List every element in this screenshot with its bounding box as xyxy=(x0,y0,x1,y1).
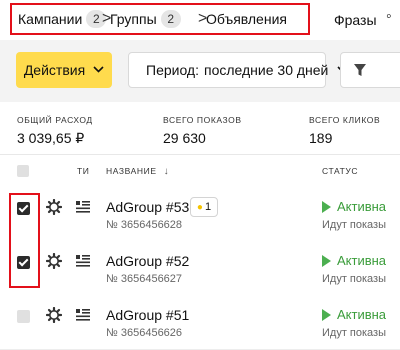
row-id: № 3656456627 xyxy=(106,273,183,285)
status-text: Активна xyxy=(337,307,387,322)
status-badge: Активна xyxy=(322,253,386,268)
row-checkbox[interactable] xyxy=(17,310,30,323)
top-nav: Кампании 2 > Группы 2 > Объявления Фразы… xyxy=(0,0,400,40)
breadcrumb-campaigns[interactable]: Кампании 2 xyxy=(18,10,107,28)
table-row: AdGroup #51 № 3656456626 Активна Идут по… xyxy=(0,295,400,350)
column-type-header[interactable]: ТИ xyxy=(77,166,90,176)
stat-label: ВСЕГО КЛИКОВ xyxy=(309,115,381,125)
gear-icon[interactable] xyxy=(46,307,62,323)
row-name-link[interactable]: AdGroup #52 xyxy=(106,253,189,269)
sort-arrow-icon: ↓ xyxy=(163,166,170,177)
stat-label: ВСЕГО ПОКАЗОВ xyxy=(163,115,242,125)
stats-summary: ОБЩИЙ РАСХОД 3 039,65 ₽ ВСЕГО ПОКАЗОВ 29… xyxy=(0,102,400,155)
status-badge: Активна xyxy=(322,199,386,214)
status-badge: Активна xyxy=(322,307,386,322)
stat-total-clicks: ВСЕГО КЛИКОВ 189 xyxy=(309,115,380,146)
substatus-text: Идут показы xyxy=(322,219,386,231)
checkbox-highlight-frame xyxy=(9,193,40,288)
stat-value: 189 xyxy=(309,130,333,146)
column-status-header[interactable]: СТАТУС xyxy=(322,166,358,176)
substatus-text: Идут показы xyxy=(322,273,386,285)
groups-count-badge: 2 xyxy=(160,10,181,28)
list-type-icon xyxy=(76,309,90,321)
list-type-icon xyxy=(76,201,90,213)
breadcrumb-ads-label: Объявления xyxy=(206,11,287,27)
suggestions-badge[interactable]: ● 1 xyxy=(190,197,218,217)
toolbar: Действия Период: последние 30 дней xyxy=(0,40,400,102)
period-select[interactable]: Период: последние 30 дней xyxy=(128,52,348,88)
chevron-down-icon xyxy=(93,64,104,76)
stat-value: 29 630 xyxy=(163,130,206,146)
stat-value: 3 039,65 ₽ xyxy=(17,130,85,146)
play-icon xyxy=(322,200,331,213)
period-value: последние 30 дней xyxy=(204,62,329,78)
gear-icon[interactable] xyxy=(46,199,62,215)
actions-button[interactable]: Действия xyxy=(16,52,112,88)
breadcrumb-campaigns-label: Кампании xyxy=(18,11,83,27)
list-type-icon xyxy=(76,255,90,267)
actions-button-label: Действия xyxy=(23,62,86,78)
column-name-label: НАЗВАНИЕ xyxy=(106,166,157,176)
status-text: Активна xyxy=(337,199,387,214)
stat-total-spend: ОБЩИЙ РАСХОД 3 039,65 ₽ xyxy=(17,115,93,147)
breadcrumb-groups[interactable]: Группы 2 xyxy=(110,10,181,28)
breadcrumb: Кампании 2 > Группы 2 > Объявления xyxy=(10,3,310,35)
select-all-checkbox[interactable] xyxy=(17,165,29,177)
stat-label: ОБЩИЙ РАСХОД xyxy=(17,115,93,125)
breadcrumb-groups-label: Группы xyxy=(110,11,157,27)
column-name-header[interactable]: НАЗВАНИЕ ↓ xyxy=(106,166,169,177)
row-name-link[interactable]: AdGroup #53 xyxy=(106,199,189,215)
row-id: № 3656456626 xyxy=(106,327,183,339)
tab-more-icon[interactable]: ◦ xyxy=(386,8,392,26)
table-row: AdGroup #53 № 3656456628 ● 1 Активна Иду… xyxy=(0,187,400,242)
gear-icon[interactable] xyxy=(46,253,62,269)
lightbulb-icon: ● xyxy=(196,201,203,213)
row-name-link[interactable]: AdGroup #51 xyxy=(106,307,189,323)
filter-button[interactable] xyxy=(340,52,400,88)
table-row: AdGroup #52 № 3656456627 Активна Идут по… xyxy=(0,241,400,296)
breadcrumb-ads[interactable]: Объявления xyxy=(206,11,287,27)
stat-total-impressions: ВСЕГО ПОКАЗОВ 29 630 xyxy=(163,115,242,146)
status-text: Активна xyxy=(337,253,387,268)
period-label: Период: xyxy=(146,62,199,78)
table-header: ТИ НАЗВАНИЕ ↓ СТАТУС xyxy=(0,155,400,188)
filter-icon xyxy=(354,64,366,76)
tab-phrases[interactable]: Фразы xyxy=(334,12,377,28)
substatus-text: Идут показы xyxy=(322,327,386,339)
play-icon xyxy=(322,308,331,321)
row-id: № 3656456628 xyxy=(106,219,183,231)
suggestions-count: 1 xyxy=(204,201,212,213)
play-icon xyxy=(322,254,331,267)
